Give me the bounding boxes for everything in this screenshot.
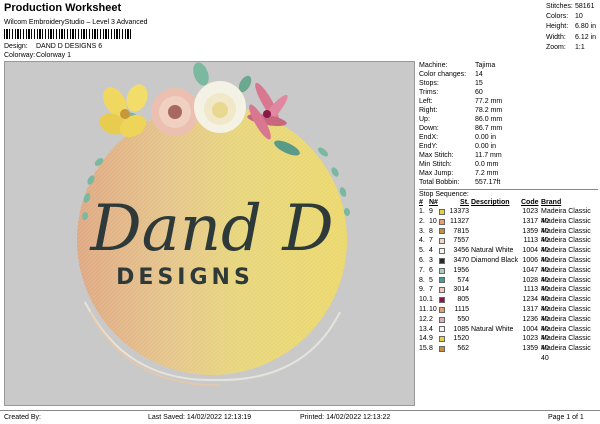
color-swatch — [439, 248, 445, 255]
machine-info-row: EndY: 0.00 in — [419, 143, 497, 150]
summary-table: Stitches: 58161 Colors: 10 Height: 6.80 in … — [546, 2, 596, 53]
machine-info-panel: Machine: Tajima Color changes: 14 Stops: 15 Tr… — [419, 61, 598, 362]
summary-row: Zoom: 1:1 — [546, 43, 585, 51]
machine-info-row: Total Bobbin: 557.17ft — [419, 179, 501, 186]
stop-sequence-row: 2. 10 11327 1317 Madeira Classic 40 — [419, 217, 591, 235]
color-swatch — [439, 257, 445, 264]
machine-info-row: Min Stitch: 0.0 mm — [419, 161, 499, 168]
machine-info-row: Trims: 60 — [419, 89, 483, 96]
stop-sequence-row: 12. 2 550 1236 Madeira Classic 40 — [419, 315, 591, 333]
footer: Created By: Last Saved: 14/02/2022 12:13… — [0, 410, 600, 424]
peach-flower — [151, 88, 199, 136]
color-swatch — [439, 336, 445, 343]
stop-sequence-row: 9. 7 3014 1113 Madeira Classic 40 — [419, 286, 591, 304]
printed-date: Printed: 14/02/2022 12:13:22 — [300, 414, 391, 421]
design-name: DAND D DESIGNS 6 — [36, 43, 103, 50]
color-swatch — [439, 238, 445, 245]
colorway-row: Colorway:Colorway 1 — [4, 52, 72, 59]
color-swatch — [439, 277, 445, 284]
embroidery-artwork: Dand D DESIGNS — [77, 62, 351, 387]
summary-row: Colors: 10 — [546, 13, 583, 21]
machine-info-row: Max Stitch: 11.7 mm — [419, 152, 502, 159]
stop-sequence-row: 13. 4 1085 Natural White 1004 Madeira Classic… — [419, 325, 591, 343]
machine-info-row: Up: 86.0 mm — [419, 116, 503, 123]
machine-info-row: Right: 78.2 mm — [419, 107, 503, 114]
summary-row: Height: 6.80 in — [546, 23, 597, 31]
machine-info-row: Machine: Tajima — [419, 62, 496, 69]
color-swatch — [439, 306, 445, 313]
design-row: Design: DAND D DESIGNS 6 — [4, 43, 103, 50]
created-by: Created By: — [4, 414, 41, 421]
color-swatch — [439, 228, 445, 235]
color-swatch — [439, 297, 445, 304]
stop-sequence-row: 6. 3 3470 Diamond Black 1006 Madeira Classic … — [419, 256, 591, 274]
stop-sequence-row: 7. 6 1956 1047 Madeira Classic 40 — [419, 266, 591, 284]
machine-info-row: Color changes: 14 — [419, 71, 483, 78]
color-swatch — [439, 218, 445, 225]
page-number: Page 1 of 1 — [548, 414, 584, 421]
logo-script-text: Dand D — [89, 192, 333, 266]
stop-sequence-row: 5. 4 3456 Natural White 1004 Madeira Classic … — [419, 247, 591, 264]
design-preview: Dand D DESIGNS — [4, 61, 415, 406]
logo-designs-text: DESIGNS — [116, 265, 254, 290]
summary-row: Width: 6.12 in — [546, 33, 597, 41]
white-rose — [194, 81, 246, 133]
software-name: Wilcom EmbroideryStudio – Level 3 Advanc… — [4, 19, 148, 26]
stop-sequence-row: 3. 8 7815 1359 Madeira Classic 40 — [419, 227, 591, 245]
stop-sequence-row: 15. 8 562 1359 Madeira Classic 40 — [419, 345, 591, 362]
stop-sequence-row: 11. 10 1115 1317 Madeira Classic 40 — [419, 305, 591, 323]
color-swatch — [439, 287, 445, 294]
color-swatch — [439, 267, 445, 274]
machine-info-row: Down: 86.7 mm — [419, 125, 503, 132]
stop-sequence-row: 14. 9 1520 1023 Madeira Classic 40 — [419, 335, 591, 353]
machine-info-row: Left: 77.2 mm — [419, 98, 503, 105]
color-swatch — [439, 346, 445, 353]
last-saved: Last Saved: 14/02/2022 12:13:19 — [148, 414, 252, 421]
stop-sequence-row: 10. 1 805 1234 Madeira Classic 40 — [419, 296, 591, 313]
color-swatch — [439, 316, 445, 323]
stop-sequence-row: 1. 9 13373 1023 Madeira Classic 40 — [419, 208, 591, 225]
stop-sequence-table: 1. 9 13373 1023 Madeira Classic 40 2. 10 11327 1… — [419, 207, 598, 362]
stop-sequence-row: 8. 5 574 1028 Madeira Classic 40 — [419, 276, 591, 294]
colorway-name: Colorway 1 — [36, 52, 72, 59]
machine-info-row: Max Jump: 7.2 mm — [419, 170, 499, 177]
machine-info-row: Stops: 15 — [419, 80, 483, 87]
summary-row: Stitches: 58161 — [546, 3, 595, 10]
color-swatch — [439, 326, 445, 333]
page-title: Production Worksheet — [4, 2, 122, 14]
barcode — [4, 29, 132, 39]
stop-sequence-label: Stop Sequence: — [419, 189, 598, 198]
color-swatch — [439, 208, 445, 215]
stop-sequence-header: # N# St. Description Code Brand — [419, 199, 562, 206]
stop-sequence-row: 4. 7 7557 1113 Madeira Classic 40 — [419, 237, 591, 255]
machine-info-row: EndX: 0.00 in — [419, 134, 497, 141]
